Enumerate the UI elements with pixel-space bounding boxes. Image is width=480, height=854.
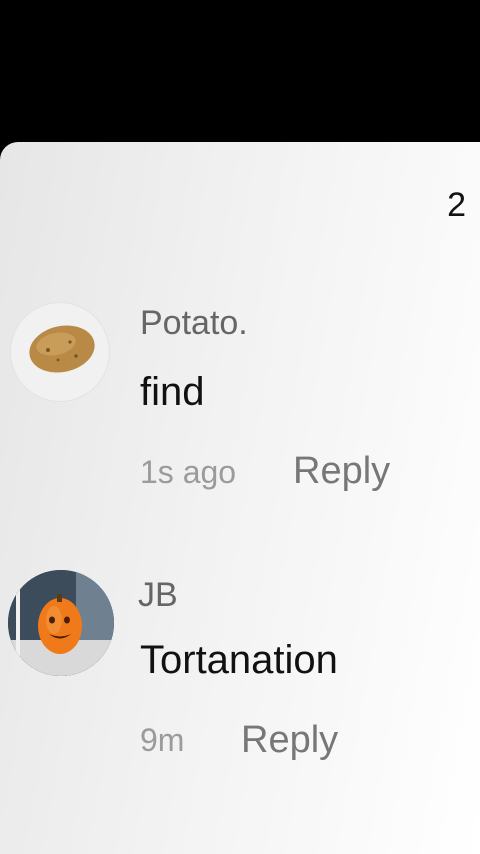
comments-sheet: 2 Potato. find 1s ago Reply JB Tortanati… <box>0 142 480 854</box>
pumpkin-icon <box>8 570 114 676</box>
comment-username[interactable]: JB <box>138 576 178 615</box>
reply-button[interactable]: Reply <box>293 450 390 493</box>
potato-avatar[interactable] <box>10 302 110 402</box>
comment-timestamp: 1s ago <box>140 454 237 490</box>
pumpkin-avatar[interactable] <box>8 570 114 676</box>
comment-text: find <box>140 370 205 414</box>
video-top-area <box>0 0 480 142</box>
potato-icon <box>29 325 95 373</box>
comment-count: 2 <box>447 186 466 224</box>
comment-username[interactable]: Potato. <box>140 304 248 343</box>
comment-text: Tortanation <box>140 638 338 682</box>
reply-button[interactable]: Reply <box>241 719 338 762</box>
comment-timestamp: 9m <box>140 722 185 758</box>
